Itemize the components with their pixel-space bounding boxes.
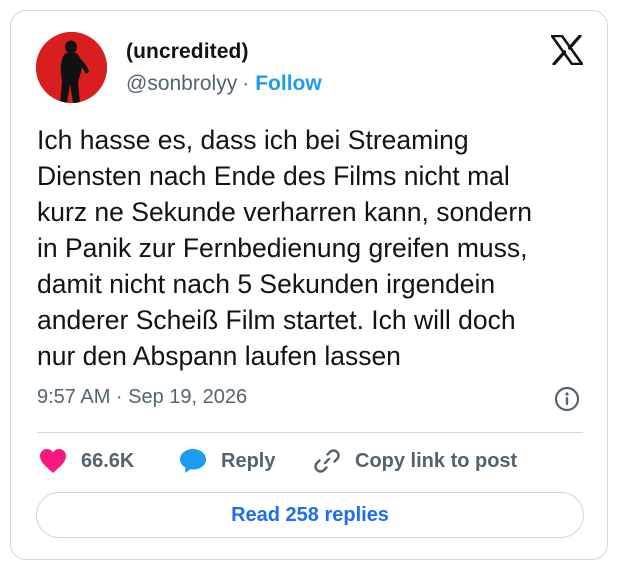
tweet-text-line: Ich hasse es, dass ich bei Streaming — [37, 125, 469, 155]
tweet-text: Ich hasse es, dass ich bei Streaming Die… — [37, 122, 597, 374]
like-count: 66.6K — [81, 449, 135, 472]
tweet-text-line: kurz ne Sekunde verharren kann, sondern — [37, 197, 532, 227]
tweet-text-line: anderer Scheiß Film startet. Ich will do… — [37, 305, 516, 335]
separator-dot: · — [242, 72, 250, 95]
link-icon — [314, 449, 340, 473]
like-button[interactable]: 66.6K — [39, 444, 134, 478]
info-icon[interactable] — [554, 386, 580, 412]
reply-button[interactable]: Reply — [179, 444, 275, 478]
display-name[interactable]: (uncredited) — [126, 40, 249, 64]
avatar[interactable] — [36, 32, 107, 103]
x-logo-icon[interactable] — [550, 34, 584, 66]
reply-label: Reply — [221, 449, 276, 472]
handle-row: @sonbrolyy · Follow — [126, 72, 322, 96]
timestamp[interactable]: 9:57 AM · Sep 19, 2026 — [37, 386, 247, 409]
tweet-text-line: damit nicht nach 5 Sekunden irgendein — [37, 269, 496, 299]
speech-bubble-icon — [180, 449, 206, 473]
heart-icon — [40, 449, 66, 473]
read-replies-button[interactable]: Read 258 replies — [36, 492, 584, 538]
follow-link[interactable]: Follow — [255, 72, 322, 95]
copy-link-button[interactable]: Copy link to post — [313, 444, 517, 478]
tweet-text-line: nur den Abspann laufen lassen — [37, 341, 401, 371]
tweet-text-line: Diensten nach Ende des Films nicht mal — [37, 161, 510, 191]
tweet-card: (uncredited) @sonbrolyy · Follow Ich hasse… — [10, 10, 608, 560]
divider — [37, 432, 583, 433]
user-handle[interactable]: @sonbrolyy — [126, 72, 237, 95]
avatar-silhouette-icon — [36, 32, 107, 103]
copy-link-label: Copy link to post — [355, 449, 518, 472]
tweet-text-line: in Panik zur Fernbedienung greifen muss, — [37, 233, 528, 263]
